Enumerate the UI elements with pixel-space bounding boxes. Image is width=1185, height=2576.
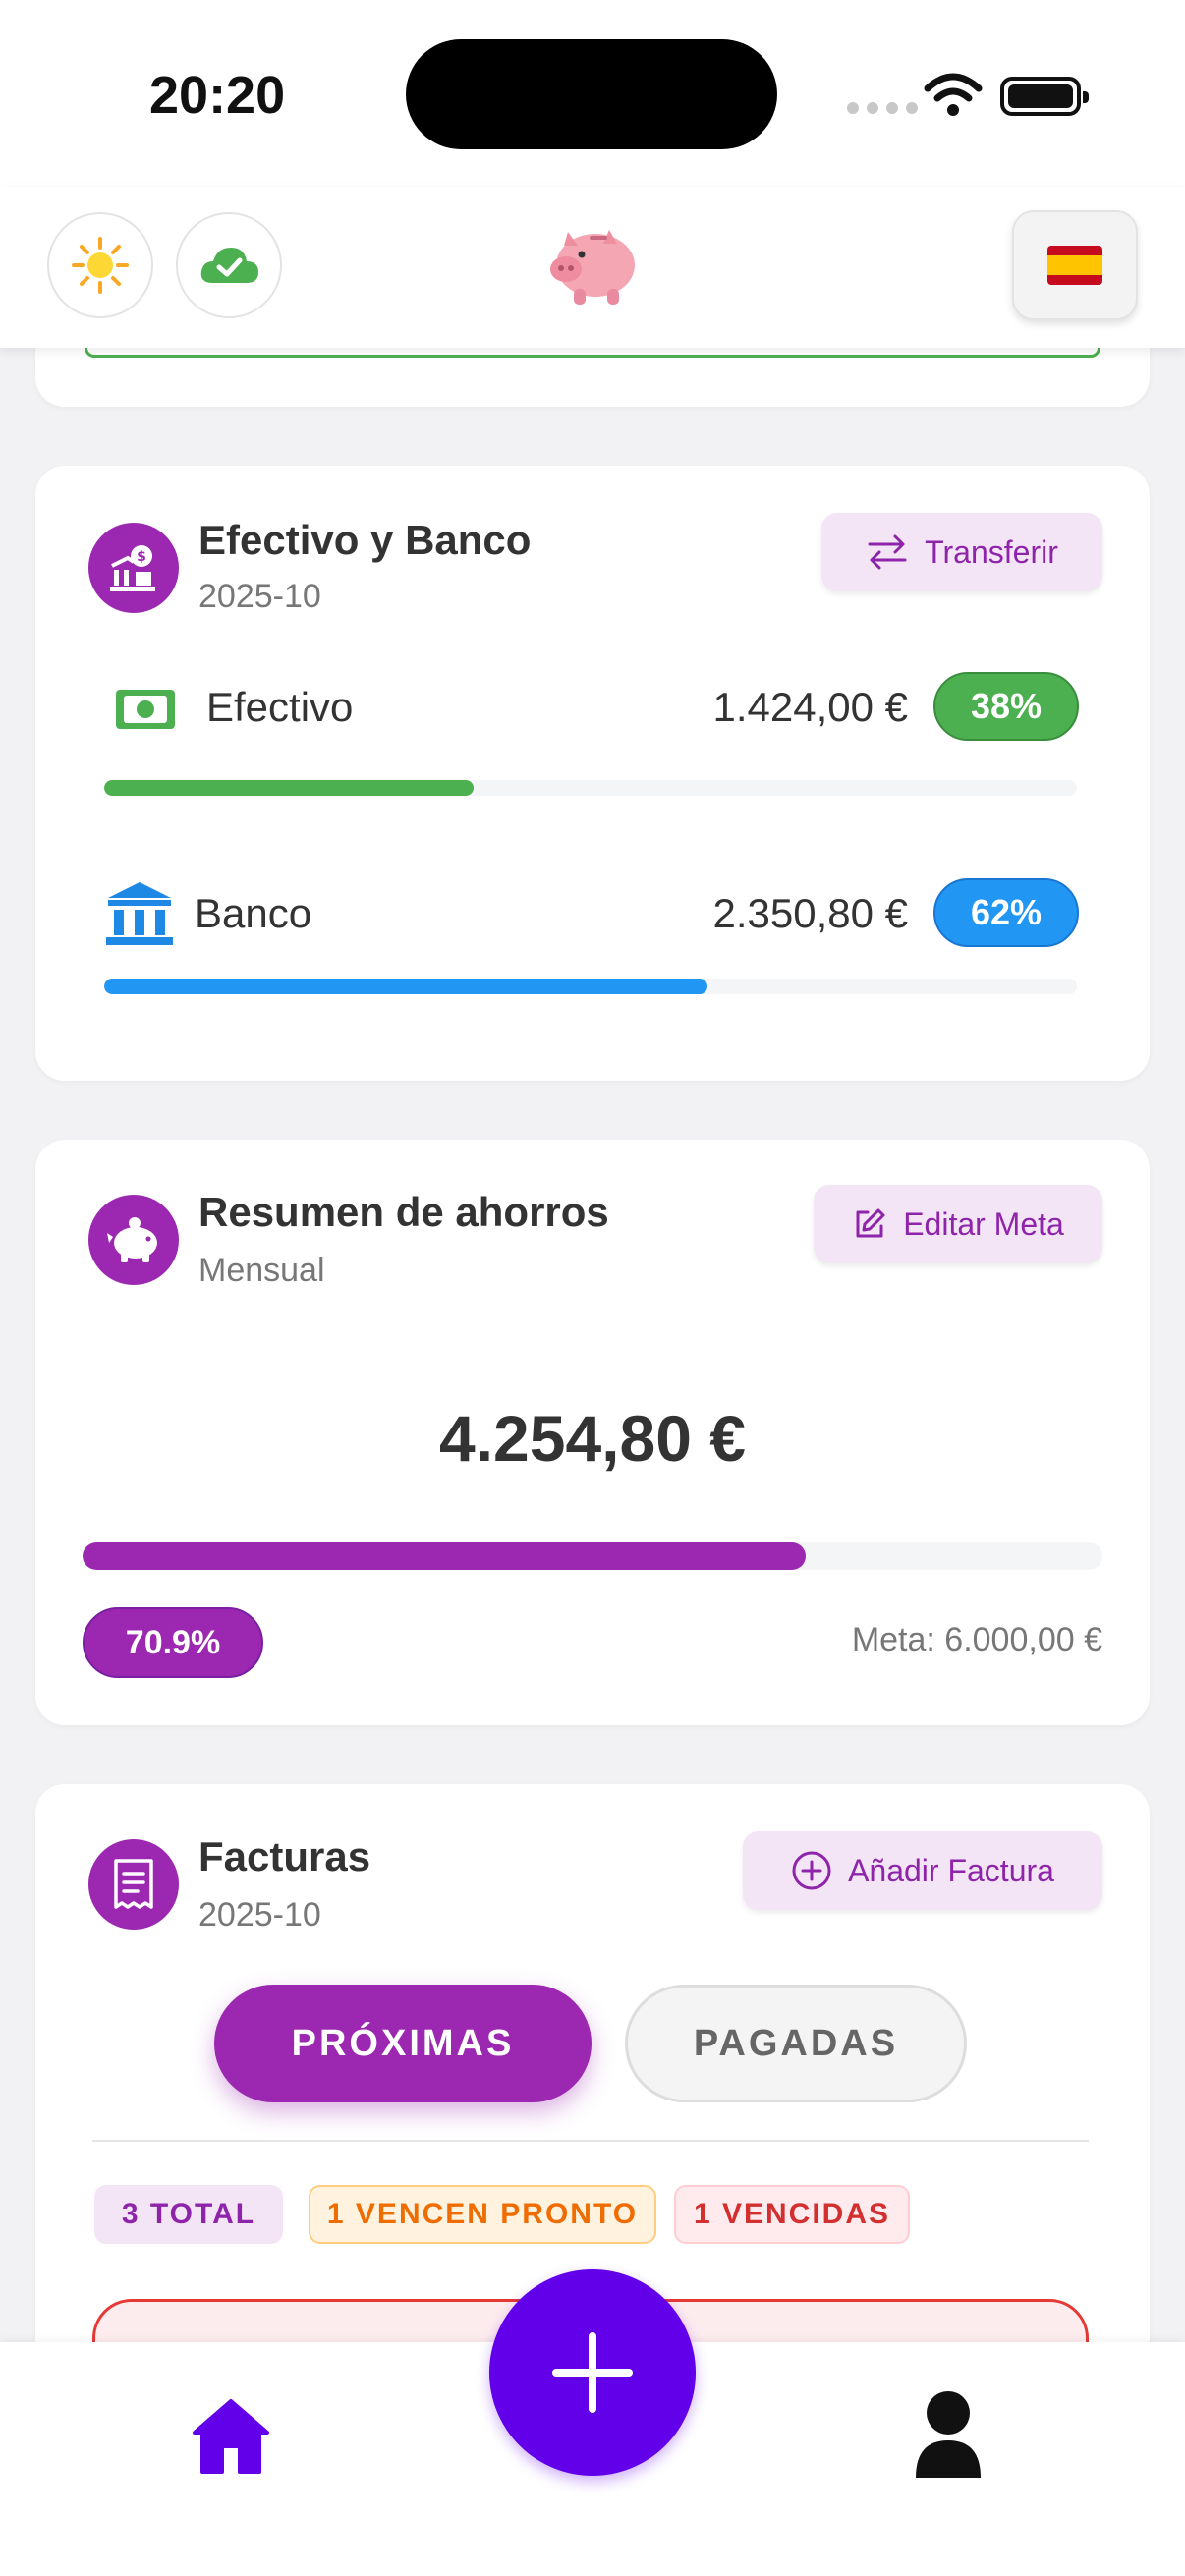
card-accent-line	[85, 348, 1100, 358]
card-title: Efectivo y Banco	[198, 517, 532, 563]
bank-icon	[106, 882, 173, 945]
bank-finance-icon: $	[88, 523, 179, 613]
svg-text:$: $	[137, 549, 146, 565]
savings-percent-badge: 70.9%	[83, 1607, 263, 1678]
home-icon[interactable]	[191, 2397, 271, 2476]
wifi-icon	[924, 73, 983, 116]
tab-upcoming[interactable]: PRÓXIMAS	[214, 1985, 592, 2102]
theme-toggle-button[interactable]	[47, 212, 153, 318]
person-icon[interactable]	[914, 2389, 983, 2478]
battery-icon	[1000, 77, 1089, 116]
savings-progress-track	[83, 1542, 1102, 1570]
signal-icon	[847, 102, 918, 114]
status-bar: 20:20	[0, 0, 1185, 187]
bank-amount: 2.350,80 €	[712, 890, 908, 936]
spain-flag-icon	[1047, 246, 1102, 285]
savings-goal-text: Meta: 6.000,00 €	[851, 1621, 1102, 1658]
card-subtitle: Mensual	[198, 1252, 325, 1289]
tab-paid[interactable]: PAGADAS	[625, 1985, 967, 2102]
cash-percent-badge: 38%	[933, 672, 1079, 741]
bank-progress-bar	[104, 979, 707, 994]
card-title: Resumen de ahorros	[198, 1189, 609, 1235]
edit-goal-button[interactable]: Editar Meta	[814, 1185, 1102, 1263]
transfer-button[interactable]: Transferir	[821, 513, 1102, 591]
cash-progress-track	[104, 780, 1077, 796]
bank-label: Banco	[195, 890, 312, 936]
cash-bank-card: $ Efectivo y Banco 2025-10 Transferir Ef…	[35, 466, 1150, 1081]
total-bills-badge: 3 TOTAL	[94, 2185, 283, 2244]
card-period: 2025-10	[198, 1896, 321, 1933]
divider	[92, 2140, 1089, 2142]
card-period: 2025-10	[198, 578, 321, 615]
edit-icon	[856, 1208, 885, 1238]
app-bar	[0, 187, 1185, 348]
savings-total: 4.254,80 €	[439, 1402, 746, 1475]
savings-progress-bar	[83, 1542, 806, 1570]
bank-progress-track	[104, 979, 1077, 994]
cash-amount: 1.424,00 €	[712, 684, 908, 730]
piggy-bank-icon	[550, 230, 635, 305]
sun-icon	[72, 237, 129, 294]
transfer-label: Transferir	[925, 533, 1058, 570]
edit-goal-label: Editar Meta	[903, 1205, 1064, 1242]
receipt-icon	[88, 1839, 179, 1930]
due-soon-badge: 1 VENCEN PRONTO	[309, 2185, 656, 2244]
add-circle-icon	[792, 1851, 831, 1890]
add-fab-button[interactable]	[489, 2269, 696, 2476]
cash-label: Efectivo	[206, 684, 354, 730]
language-button[interactable]	[1012, 210, 1138, 320]
dynamic-island	[406, 39, 777, 149]
add-bill-label: Añadir Factura	[848, 1852, 1054, 1888]
savings-summary-card: Resumen de ahorros Mensual Editar Meta 4…	[35, 1140, 1150, 1725]
overdue-badge: 1 VENCIDAS	[674, 2185, 910, 2244]
card-title: Facturas	[198, 1833, 371, 1879]
plus-icon	[552, 2332, 633, 2413]
bank-percent-badge: 62%	[933, 878, 1079, 947]
add-bill-button[interactable]: Añadir Factura	[743, 1831, 1102, 1910]
cash-icon	[116, 690, 175, 729]
status-time: 20:20	[149, 66, 286, 125]
sync-status-button[interactable]	[176, 212, 282, 318]
cash-progress-bar	[104, 780, 475, 796]
piggy-bank-icon	[88, 1195, 179, 1285]
swap-arrows-icon	[868, 534, 907, 570]
cloud-check-icon	[200, 248, 258, 283]
